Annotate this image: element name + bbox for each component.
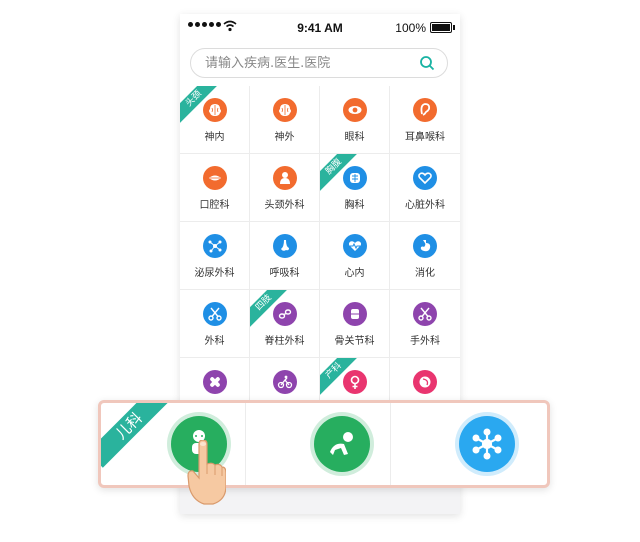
department-item[interactable]: 口腔科 (180, 154, 250, 221)
department-label: 骨关节科 (334, 336, 375, 347)
department-item[interactable]: 眼科 (320, 86, 390, 153)
head-icon (272, 166, 297, 190)
search-box[interactable] (190, 48, 448, 78)
infant-item[interactable] (246, 403, 391, 485)
department-item[interactable]: 胸腹 胸科 (320, 154, 390, 221)
spine-icon (272, 302, 297, 326)
brain-icon (272, 98, 297, 122)
department-item[interactable]: 头颈外科 (250, 154, 320, 221)
heart-pulse-icon (342, 234, 367, 258)
stomach-icon (413, 234, 437, 258)
department-label: 心脏外科 (405, 200, 445, 211)
department-item[interactable]: 头颈 神内 (180, 86, 250, 153)
battery-icon (430, 22, 455, 33)
department-label: 呼吸科 (269, 268, 300, 279)
search-input[interactable] (203, 55, 407, 72)
bandage-icon (202, 370, 227, 394)
department-label: 脊柱外科 (264, 336, 305, 347)
pediatrics-row-zoom: 儿科 (98, 400, 550, 488)
scissors-icon (413, 302, 437, 326)
department-item[interactable]: 外科 (180, 290, 250, 357)
grid-row: 外科 四肢 脊柱外科骨关节科 手外科 (180, 290, 460, 358)
status-bar: 9:41 AM 100% (180, 14, 460, 42)
bone-icon (342, 302, 367, 326)
department-label: 神外 (274, 132, 295, 143)
scissors-icon (202, 302, 227, 326)
grid-row: 口腔科 头颈外科 胸腹 胸科心脏外科 (180, 154, 460, 222)
department-item[interactable]: 泌尿外科 (180, 222, 250, 289)
grid-row: 泌尿外科 呼吸科 心内 消化 (180, 222, 460, 290)
department-grid: 头颈 神内神外 眼科 耳鼻喉科口腔科 头颈外科 胸腹 胸科心脏外科泌尿外科 呼吸科 心内 消化外科… (180, 86, 460, 426)
virus-icon[interactable] (459, 416, 515, 472)
nose-icon (272, 234, 297, 258)
department-label: 泌尿外科 (194, 268, 235, 279)
department-item[interactable]: 骨关节科 (320, 290, 390, 357)
department-label: 神内 (204, 132, 225, 143)
search-icon[interactable] (419, 55, 435, 71)
department-item[interactable]: 四肢 脊柱外科 (250, 290, 320, 357)
eye-icon (342, 98, 367, 122)
pointing-hand-icon (187, 440, 226, 505)
department-item[interactable]: 心内 (320, 222, 390, 289)
battery-percent: 100% (395, 21, 426, 35)
department-label: 消化 (415, 268, 435, 279)
pediatrics-ribbon: 儿科 (101, 403, 171, 468)
department-label: 口腔科 (199, 200, 230, 211)
department-label: 眼科 (344, 132, 365, 143)
crawling-baby-icon[interactable] (314, 416, 370, 472)
department-label: 外科 (204, 336, 225, 347)
department-item[interactable]: 消化 (390, 222, 460, 289)
department-label: 耳鼻喉科 (405, 132, 445, 143)
ear-icon (413, 98, 437, 122)
department-label: 心内 (344, 268, 365, 279)
department-label: 胸科 (344, 200, 365, 211)
chest-icon (342, 166, 367, 190)
heart-icon (413, 166, 437, 190)
department-item[interactable]: 耳鼻喉科 (390, 86, 460, 153)
mouth-icon (202, 166, 227, 190)
department-item[interactable]: 手外科 (390, 290, 460, 357)
brain-icon (202, 98, 227, 122)
department-label: 头颈外科 (264, 200, 305, 211)
neonatal-item[interactable] (391, 403, 536, 485)
cyclist-icon (272, 370, 297, 394)
department-item[interactable]: 呼吸科 (250, 222, 320, 289)
department-label: 手外科 (410, 336, 440, 347)
grid-row: 头颈 神内神外 眼科 耳鼻喉科 (180, 86, 460, 154)
department-item[interactable]: 神外 (250, 86, 320, 153)
search-bar (180, 42, 460, 88)
molecule-icon (202, 234, 227, 258)
pregnant-icon (413, 370, 437, 394)
female-icon (342, 370, 367, 394)
department-item[interactable]: 心脏外科 (390, 154, 460, 221)
